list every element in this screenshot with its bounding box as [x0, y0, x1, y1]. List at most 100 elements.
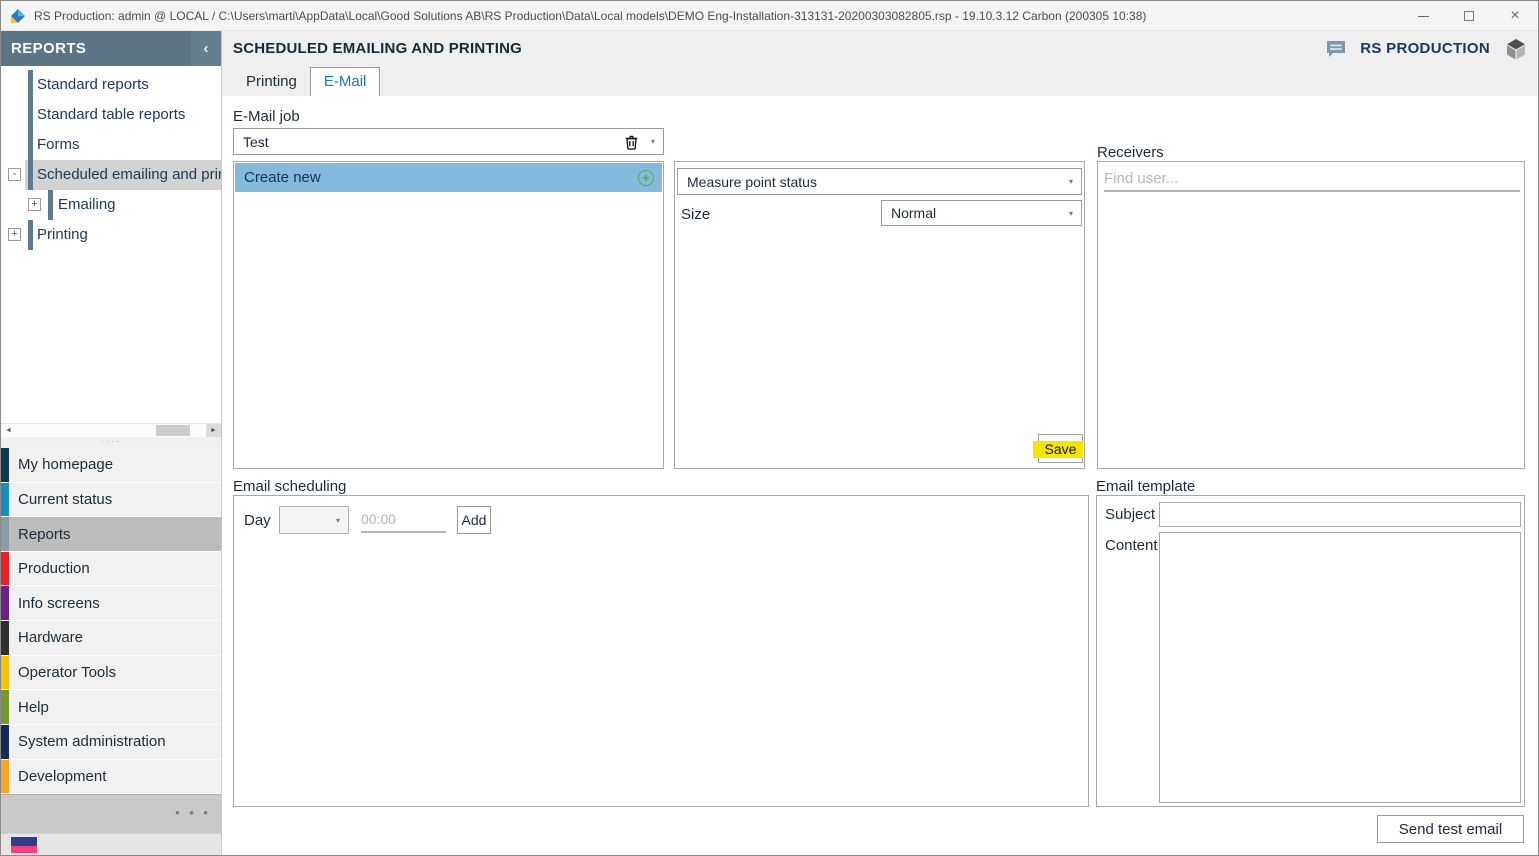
- tab-printing[interactable]: Printing: [233, 68, 310, 96]
- tree-item[interactable]: Standard reports: [1, 70, 221, 100]
- tree-item-bar: [48, 190, 53, 220]
- content-textarea[interactable]: [1159, 532, 1521, 803]
- tree-item-label: Standard table reports: [37, 100, 221, 130]
- scroll-right-icon[interactable]: ►: [206, 424, 221, 437]
- nav-item-label: System administration: [9, 725, 166, 759]
- nav-item[interactable]: Help: [1, 690, 221, 725]
- email-template-label: Email template: [1096, 478, 1195, 495]
- nav-item[interactable]: Operator Tools: [1, 656, 221, 691]
- nav-item[interactable]: Hardware: [1, 621, 221, 656]
- subject-input[interactable]: [1159, 502, 1521, 527]
- nav-item[interactable]: Reports: [1, 517, 221, 552]
- close-icon: ×: [1510, 7, 1519, 25]
- nav-item-bar: [1, 483, 9, 517]
- nav-item[interactable]: Current status: [1, 483, 221, 518]
- size-select[interactable]: Normal ▾: [881, 200, 1082, 226]
- job-list-item-create-new[interactable]: Create new +: [235, 163, 662, 192]
- tree-item[interactable]: Forms: [1, 130, 221, 160]
- sidebar: REPORTS ‹ Standard reports Standard tabl…: [1, 31, 222, 855]
- chevron-down-icon[interactable]: ▾: [1061, 177, 1081, 186]
- splitter-handle[interactable]: ····: [1, 437, 221, 448]
- sidebar-title: REPORTS: [1, 40, 86, 57]
- day-select[interactable]: ▾: [279, 506, 349, 534]
- feedback-bubble-icon[interactable]: [1326, 40, 1346, 58]
- sidebar-header: REPORTS ‹: [1, 31, 221, 66]
- send-test-email-button[interactable]: Send test email: [1377, 815, 1524, 843]
- chevron-down-icon[interactable]: ▾: [1061, 209, 1081, 218]
- brand-text: RS PRODUCTION: [1360, 40, 1490, 57]
- tree-item-bar: [28, 220, 33, 250]
- nav-item-label: Info screens: [9, 586, 100, 620]
- scrollbar-thumb[interactable]: [156, 425, 190, 436]
- reports-tree: Standard reports Standard table reports …: [1, 66, 221, 423]
- tree-item-label: Forms: [37, 130, 221, 160]
- email-job-list: Create new +: [233, 161, 664, 469]
- tree-horizontal-scrollbar[interactable]: ◄ ►: [1, 423, 221, 437]
- tree-item-bar: [28, 130, 33, 160]
- tree-item-bar: [28, 160, 33, 190]
- nav-item[interactable]: Production: [1, 552, 221, 587]
- nav-item-bar: [1, 448, 9, 482]
- nav-item-label: Development: [9, 760, 106, 794]
- minimize-icon: [1418, 16, 1429, 17]
- tree-item-label: Printing: [37, 220, 221, 250]
- tabstrip: Printing E-Mail: [222, 66, 1538, 96]
- receivers-panel: [1097, 161, 1525, 469]
- email-job-label: E-Mail job: [233, 108, 300, 125]
- nav-item-bar: [1, 552, 9, 586]
- receivers-label: Receivers: [1097, 144, 1164, 161]
- scroll-left-icon[interactable]: ◄: [1, 424, 16, 437]
- nav-item-label: Reports: [9, 517, 71, 551]
- tab-email[interactable]: E-Mail: [310, 67, 381, 96]
- report-type-value: Measure point status: [678, 174, 1061, 190]
- tree-item[interactable]: - Scheduled emailing and printing: [1, 160, 221, 190]
- overflow-menu-icon[interactable]: • • •: [175, 805, 211, 820]
- chevron-down-icon[interactable]: ▾: [643, 137, 663, 146]
- window-title: RS Production: admin @ LOCAL / C:\Users\…: [34, 9, 1146, 23]
- save-button[interactable]: Save: [1038, 434, 1083, 463]
- find-user-input[interactable]: [1104, 166, 1520, 192]
- minimize-button[interactable]: [1400, 1, 1446, 31]
- nav-item-label: Operator Tools: [9, 656, 116, 690]
- nav-item[interactable]: My homepage: [1, 448, 221, 483]
- tree-expander-icon[interactable]: +: [8, 228, 21, 241]
- email-job-input[interactable]: [234, 134, 621, 150]
- tree-expander-icon[interactable]: -: [8, 168, 21, 181]
- size-value: Normal: [882, 205, 1061, 221]
- report-type-select[interactable]: Measure point status ▾: [677, 168, 1082, 195]
- collapse-icon: ‹: [204, 40, 209, 57]
- language-flag[interactable]: [11, 837, 37, 853]
- page-title: SCHEDULED EMAILING AND PRINTING: [233, 40, 522, 57]
- list-item-label: Create new: [235, 169, 638, 186]
- close-button[interactable]: ×: [1492, 1, 1538, 31]
- nav-item-bar: [1, 621, 9, 655]
- language-flag-bottom: [11, 846, 37, 852]
- sidebar-collapse-button[interactable]: ‹: [191, 31, 221, 66]
- tree-item-label: Emailing: [58, 190, 221, 220]
- add-schedule-button[interactable]: Add: [457, 506, 491, 534]
- nav-item[interactable]: Info screens: [1, 586, 221, 621]
- maximize-button[interactable]: [1446, 1, 1492, 31]
- day-label: Day: [244, 512, 271, 529]
- email-tab-content: E-Mail job ▾ Create new +: [222, 96, 1538, 855]
- nav-item-label: Help: [9, 690, 49, 724]
- add-icon[interactable]: +: [638, 170, 654, 186]
- tree-item[interactable]: Standard table reports: [1, 100, 221, 130]
- time-input[interactable]: [361, 506, 446, 533]
- nav-item[interactable]: System administration: [1, 725, 221, 760]
- tree-expander-icon[interactable]: +: [28, 198, 41, 211]
- nav-item-bar: [1, 517, 9, 551]
- brand-cube-logo: [1504, 37, 1528, 61]
- app-window: RS Production: admin @ LOCAL / C:\Users\…: [0, 0, 1539, 856]
- delete-job-button[interactable]: [621, 134, 643, 150]
- tree-item[interactable]: + Printing: [1, 220, 221, 250]
- nav-item-bar: [1, 586, 9, 620]
- nav-item[interactable]: Development: [1, 760, 221, 795]
- email-job-combobox[interactable]: ▾: [233, 128, 664, 155]
- subject-label: Subject: [1105, 506, 1155, 523]
- report-settings-panel: Measure point status ▾ Size Normal ▾ Sav…: [674, 161, 1085, 469]
- tree-item[interactable]: + Emailing: [1, 190, 221, 220]
- page-header: SCHEDULED EMAILING AND PRINTING RS PRODU…: [222, 31, 1538, 66]
- tree-item-label: Standard reports: [37, 70, 221, 100]
- nav-overflow-area: • • •: [1, 794, 221, 833]
